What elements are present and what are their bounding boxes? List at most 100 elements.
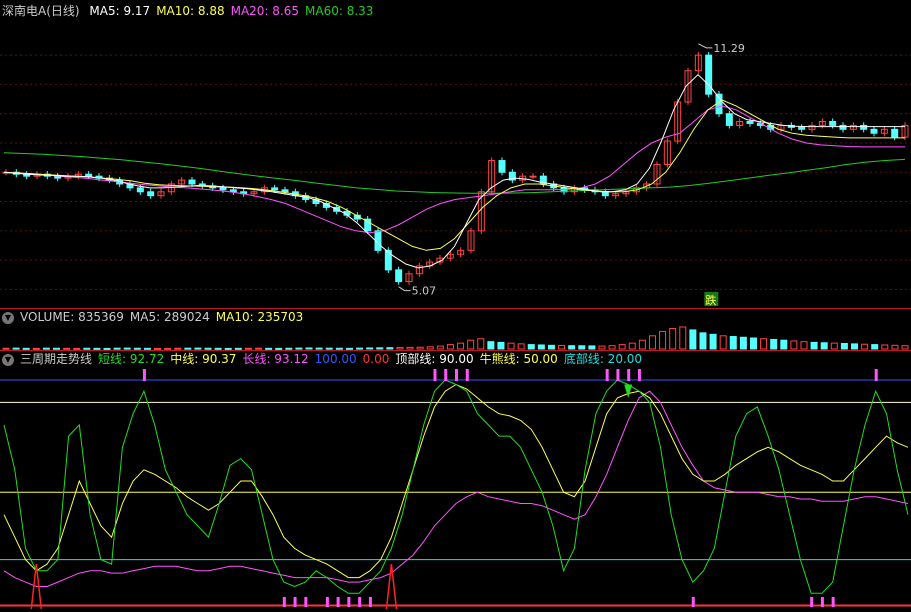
volume-bar bbox=[467, 339, 475, 350]
candle-body bbox=[85, 173, 93, 177]
volume-bar bbox=[406, 346, 414, 350]
candle-body bbox=[601, 191, 609, 197]
candle-body bbox=[188, 179, 196, 185]
volume-bar bbox=[487, 341, 495, 350]
bottom-signal-tick bbox=[820, 597, 824, 607]
high-label: 11.29 bbox=[713, 42, 745, 55]
volume-bar bbox=[901, 345, 909, 350]
bottom-signal-tick bbox=[810, 597, 814, 607]
candle-body bbox=[529, 175, 537, 178]
bottom-signal-tick bbox=[293, 597, 297, 607]
signal-label: 跌 bbox=[705, 293, 716, 307]
volume-panel: ▼ VOLUME: 835369 MA5: 289024 MA10: 235703 bbox=[0, 309, 911, 350]
volume-bar bbox=[194, 347, 202, 350]
top-signal-tick bbox=[627, 369, 631, 381]
mid-line bbox=[3, 383, 909, 579]
volume-bar bbox=[790, 340, 798, 350]
top-signal-tick bbox=[874, 369, 878, 381]
volume-bar bbox=[659, 330, 667, 350]
low-pointer bbox=[398, 286, 411, 292]
volume-bar bbox=[709, 333, 717, 350]
volume-bar bbox=[850, 343, 858, 350]
volume-bar bbox=[295, 347, 303, 350]
volume-bar bbox=[820, 342, 828, 350]
volume-bar bbox=[457, 342, 465, 350]
volume-bar bbox=[648, 335, 656, 350]
bottom-signal-tick bbox=[282, 597, 286, 607]
indicator-panel: ▼ 三周期走势线 短线: 92.72 中线: 90.37 长线: 93.12 100.00… bbox=[0, 351, 911, 612]
candle-body bbox=[395, 269, 403, 283]
sell-arrow bbox=[624, 384, 633, 398]
bottom-signal-tick bbox=[368, 597, 372, 607]
candle-body bbox=[219, 187, 227, 191]
volume-bar bbox=[356, 347, 364, 350]
candle-body bbox=[725, 113, 733, 126]
volume-bar bbox=[446, 344, 454, 350]
volume-bar bbox=[739, 336, 747, 350]
volume-bar bbox=[840, 343, 848, 350]
volume-bar bbox=[527, 344, 535, 350]
volume-bar bbox=[315, 347, 323, 350]
volume-bar bbox=[436, 345, 444, 350]
candle-body bbox=[147, 191, 155, 197]
ma60-line bbox=[3, 152, 906, 194]
volume-bar bbox=[729, 336, 737, 350]
volume-bar bbox=[426, 346, 434, 350]
volume-bar bbox=[588, 345, 596, 350]
candle-body bbox=[860, 124, 868, 130]
volume-bar bbox=[366, 347, 374, 350]
volume-bar bbox=[507, 342, 515, 350]
volume-bar bbox=[477, 338, 485, 350]
indicator-chart[interactable] bbox=[0, 351, 911, 612]
volume-chart[interactable] bbox=[0, 309, 911, 350]
volume-bar bbox=[416, 346, 424, 350]
candle-body bbox=[798, 126, 806, 130]
volume-bar bbox=[598, 345, 606, 350]
top-signal-tick bbox=[444, 369, 448, 381]
volume-bar bbox=[689, 329, 697, 350]
price-panel: 深南电A(日线) MA5: 9.17 MA10: 8.88 MA20: 8.65 MA… bbox=[0, 0, 911, 308]
volume-bar bbox=[578, 345, 586, 350]
bottom-signal-tick bbox=[336, 597, 340, 607]
volume-bar bbox=[699, 332, 707, 350]
bottom-signal-tick bbox=[347, 597, 351, 607]
bottom-signal-tick bbox=[304, 597, 308, 607]
volume-bar bbox=[830, 342, 838, 350]
volume-bar bbox=[871, 344, 879, 350]
volume-bar bbox=[780, 339, 788, 350]
candle-body bbox=[498, 160, 506, 173]
short-line bbox=[3, 379, 909, 594]
price-chart[interactable]: 11.29 5.07 跌 bbox=[0, 0, 911, 308]
volume-bar bbox=[558, 344, 566, 350]
high-pointer bbox=[698, 43, 713, 49]
long-line bbox=[3, 390, 909, 587]
volume-bar bbox=[628, 342, 636, 350]
candle-body bbox=[746, 121, 754, 124]
top-signal-tick bbox=[465, 369, 469, 381]
volume-bar bbox=[891, 344, 899, 350]
volume-bar bbox=[719, 335, 727, 350]
bottom-signal-tick bbox=[831, 597, 835, 607]
volume-bar bbox=[618, 344, 626, 350]
volume-bar bbox=[679, 326, 687, 350]
volume-bar bbox=[123, 347, 131, 350]
volume-bar bbox=[669, 327, 677, 350]
volume-bar bbox=[386, 347, 394, 350]
top-signal-tick bbox=[455, 369, 458, 381]
volume-bar bbox=[749, 337, 757, 350]
volume-bar bbox=[568, 345, 576, 350]
candle-body bbox=[839, 124, 847, 130]
volume-bar bbox=[517, 343, 525, 350]
volume-bar bbox=[396, 347, 404, 350]
volume-bar bbox=[305, 347, 313, 350]
low-label: 5.07 bbox=[412, 285, 437, 298]
candle-body bbox=[870, 128, 878, 134]
candle-body bbox=[705, 54, 713, 95]
volume-bar bbox=[638, 339, 646, 350]
top-signal-tick bbox=[142, 369, 146, 381]
volume-bar bbox=[547, 344, 555, 350]
top-signal-tick bbox=[616, 369, 620, 381]
top-signal-tick bbox=[433, 369, 437, 381]
bottom-signal-tick bbox=[691, 597, 695, 607]
volume-bar bbox=[770, 338, 778, 350]
